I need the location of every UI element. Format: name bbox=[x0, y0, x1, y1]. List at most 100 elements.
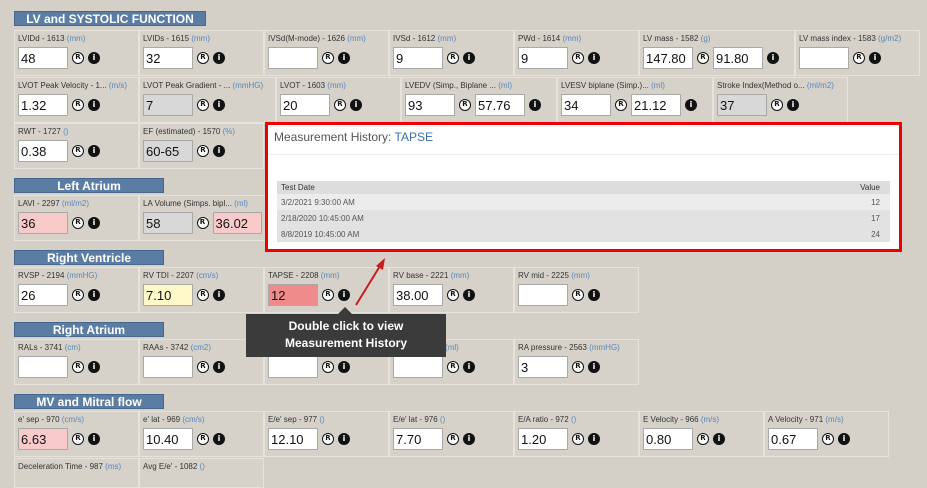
info-icon[interactable]: i bbox=[213, 145, 225, 157]
value-input[interactable]: 1.20 bbox=[518, 428, 568, 450]
value-input[interactable] bbox=[143, 356, 193, 378]
value-input[interactable]: 48 bbox=[18, 47, 68, 69]
value-input[interactable]: 6.63 bbox=[18, 428, 68, 450]
info-icon[interactable]: i bbox=[685, 99, 697, 111]
reference-icon[interactable]: R bbox=[322, 289, 334, 301]
value-input[interactable]: 60-65 bbox=[143, 140, 193, 162]
info-icon[interactable]: i bbox=[213, 361, 225, 373]
value-input[interactable]: 9 bbox=[393, 47, 443, 69]
reference-icon[interactable]: R bbox=[459, 99, 471, 111]
reference-icon[interactable]: R bbox=[197, 99, 209, 111]
reference-icon[interactable]: R bbox=[197, 433, 209, 445]
info-icon[interactable]: i bbox=[338, 52, 350, 64]
value-input[interactable] bbox=[18, 356, 68, 378]
reference-icon[interactable]: R bbox=[572, 52, 584, 64]
reference-icon[interactable]: R bbox=[197, 289, 209, 301]
value-input[interactable]: 57.76 bbox=[475, 94, 525, 116]
reference-icon[interactable]: R bbox=[447, 289, 459, 301]
value-input[interactable]: 93 bbox=[405, 94, 455, 116]
reference-icon[interactable]: R bbox=[72, 99, 84, 111]
value-input[interactable]: 36 bbox=[18, 212, 68, 234]
reference-icon[interactable]: R bbox=[447, 361, 459, 373]
value-input[interactable]: 91.80 bbox=[713, 47, 763, 69]
reference-icon[interactable]: R bbox=[322, 433, 334, 445]
value-input[interactable]: 58 bbox=[143, 212, 193, 234]
info-icon[interactable]: i bbox=[767, 52, 779, 64]
reference-icon[interactable]: R bbox=[572, 289, 584, 301]
value-input[interactable]: 7 bbox=[143, 94, 193, 116]
value-input[interactable]: 38.00 bbox=[393, 284, 443, 306]
value-input[interactable]: 12.10 bbox=[268, 428, 318, 450]
value-input[interactable]: 37 bbox=[717, 94, 767, 116]
reference-icon[interactable]: R bbox=[697, 52, 709, 64]
history-row[interactable]: 8/8/2019 10:45:00 AM 24 bbox=[277, 226, 890, 242]
info-icon[interactable]: i bbox=[213, 289, 225, 301]
value-input[interactable]: 0.67 bbox=[768, 428, 818, 450]
info-icon[interactable]: i bbox=[338, 361, 350, 373]
value-input[interactable] bbox=[393, 356, 443, 378]
info-icon[interactable]: i bbox=[463, 361, 475, 373]
value-input[interactable]: 21.12 bbox=[631, 94, 681, 116]
info-icon[interactable]: i bbox=[588, 361, 600, 373]
value-input[interactable] bbox=[799, 47, 849, 69]
reference-icon[interactable]: R bbox=[447, 52, 459, 64]
info-icon[interactable]: i bbox=[588, 52, 600, 64]
reference-icon[interactable]: R bbox=[853, 52, 865, 64]
info-icon[interactable]: i bbox=[88, 361, 100, 373]
info-icon[interactable]: i bbox=[463, 433, 475, 445]
reference-icon[interactable]: R bbox=[72, 145, 84, 157]
info-icon[interactable]: i bbox=[88, 433, 100, 445]
reference-icon[interactable]: R bbox=[822, 433, 834, 445]
info-icon[interactable]: i bbox=[529, 99, 541, 111]
value-input[interactable]: 32 bbox=[143, 47, 193, 69]
value-input[interactable] bbox=[268, 47, 318, 69]
reference-icon[interactable]: R bbox=[334, 99, 346, 111]
value-input[interactable]: 10.40 bbox=[143, 428, 193, 450]
info-icon[interactable]: i bbox=[350, 99, 362, 111]
value-input[interactable]: 20 bbox=[280, 94, 330, 116]
value-input[interactable]: 7.70 bbox=[393, 428, 443, 450]
value-input[interactable] bbox=[268, 356, 318, 378]
reference-icon[interactable]: R bbox=[196, 217, 209, 229]
history-row[interactable]: 3/2/2021 9:30:00 AM 12 bbox=[277, 194, 890, 210]
reference-icon[interactable]: R bbox=[197, 361, 209, 373]
value-input[interactable]: 147.80 bbox=[643, 47, 693, 69]
info-icon[interactable]: i bbox=[338, 433, 350, 445]
info-icon[interactable]: i bbox=[463, 289, 475, 301]
value-input[interactable]: 3 bbox=[518, 356, 568, 378]
history-row[interactable]: 2/18/2020 10:45:00 AM 17 bbox=[277, 210, 890, 226]
reference-icon[interactable]: R bbox=[72, 52, 84, 64]
info-icon[interactable]: i bbox=[88, 289, 100, 301]
reference-icon[interactable]: R bbox=[572, 361, 584, 373]
info-icon[interactable]: i bbox=[713, 433, 725, 445]
reference-icon[interactable]: R bbox=[322, 361, 334, 373]
info-icon[interactable]: i bbox=[213, 99, 225, 111]
value-input[interactable]: 0.80 bbox=[643, 428, 693, 450]
value-input[interactable]: 26 bbox=[18, 284, 68, 306]
info-icon[interactable]: i bbox=[88, 52, 100, 64]
info-icon[interactable]: i bbox=[787, 99, 799, 111]
info-icon[interactable]: i bbox=[213, 433, 225, 445]
info-icon[interactable]: i bbox=[88, 217, 100, 229]
info-icon[interactable]: i bbox=[588, 289, 600, 301]
info-icon[interactable]: i bbox=[88, 145, 100, 157]
reference-icon[interactable]: R bbox=[697, 433, 709, 445]
reference-icon[interactable]: R bbox=[72, 217, 84, 229]
value-input[interactable]: 9 bbox=[518, 47, 568, 69]
reference-icon[interactable]: R bbox=[72, 361, 84, 373]
value-input[interactable]: 0.38 bbox=[18, 140, 68, 162]
reference-icon[interactable]: R bbox=[615, 99, 627, 111]
value-input[interactable]: 36.02 bbox=[212, 212, 262, 234]
value-input[interactable]: 34 bbox=[561, 94, 611, 116]
reference-icon[interactable]: R bbox=[72, 289, 84, 301]
info-icon[interactable]: i bbox=[869, 52, 881, 64]
reference-icon[interactable]: R bbox=[771, 99, 783, 111]
info-icon[interactable]: i bbox=[88, 99, 100, 111]
info-icon[interactable]: i bbox=[463, 52, 475, 64]
value-input[interactable]: 1.32 bbox=[18, 94, 68, 116]
reference-icon[interactable]: R bbox=[572, 433, 584, 445]
info-icon[interactable]: i bbox=[838, 433, 850, 445]
value-input[interactable]: 7.10 bbox=[143, 284, 193, 306]
reference-icon[interactable]: R bbox=[72, 433, 84, 445]
info-icon[interactable]: i bbox=[338, 289, 350, 301]
